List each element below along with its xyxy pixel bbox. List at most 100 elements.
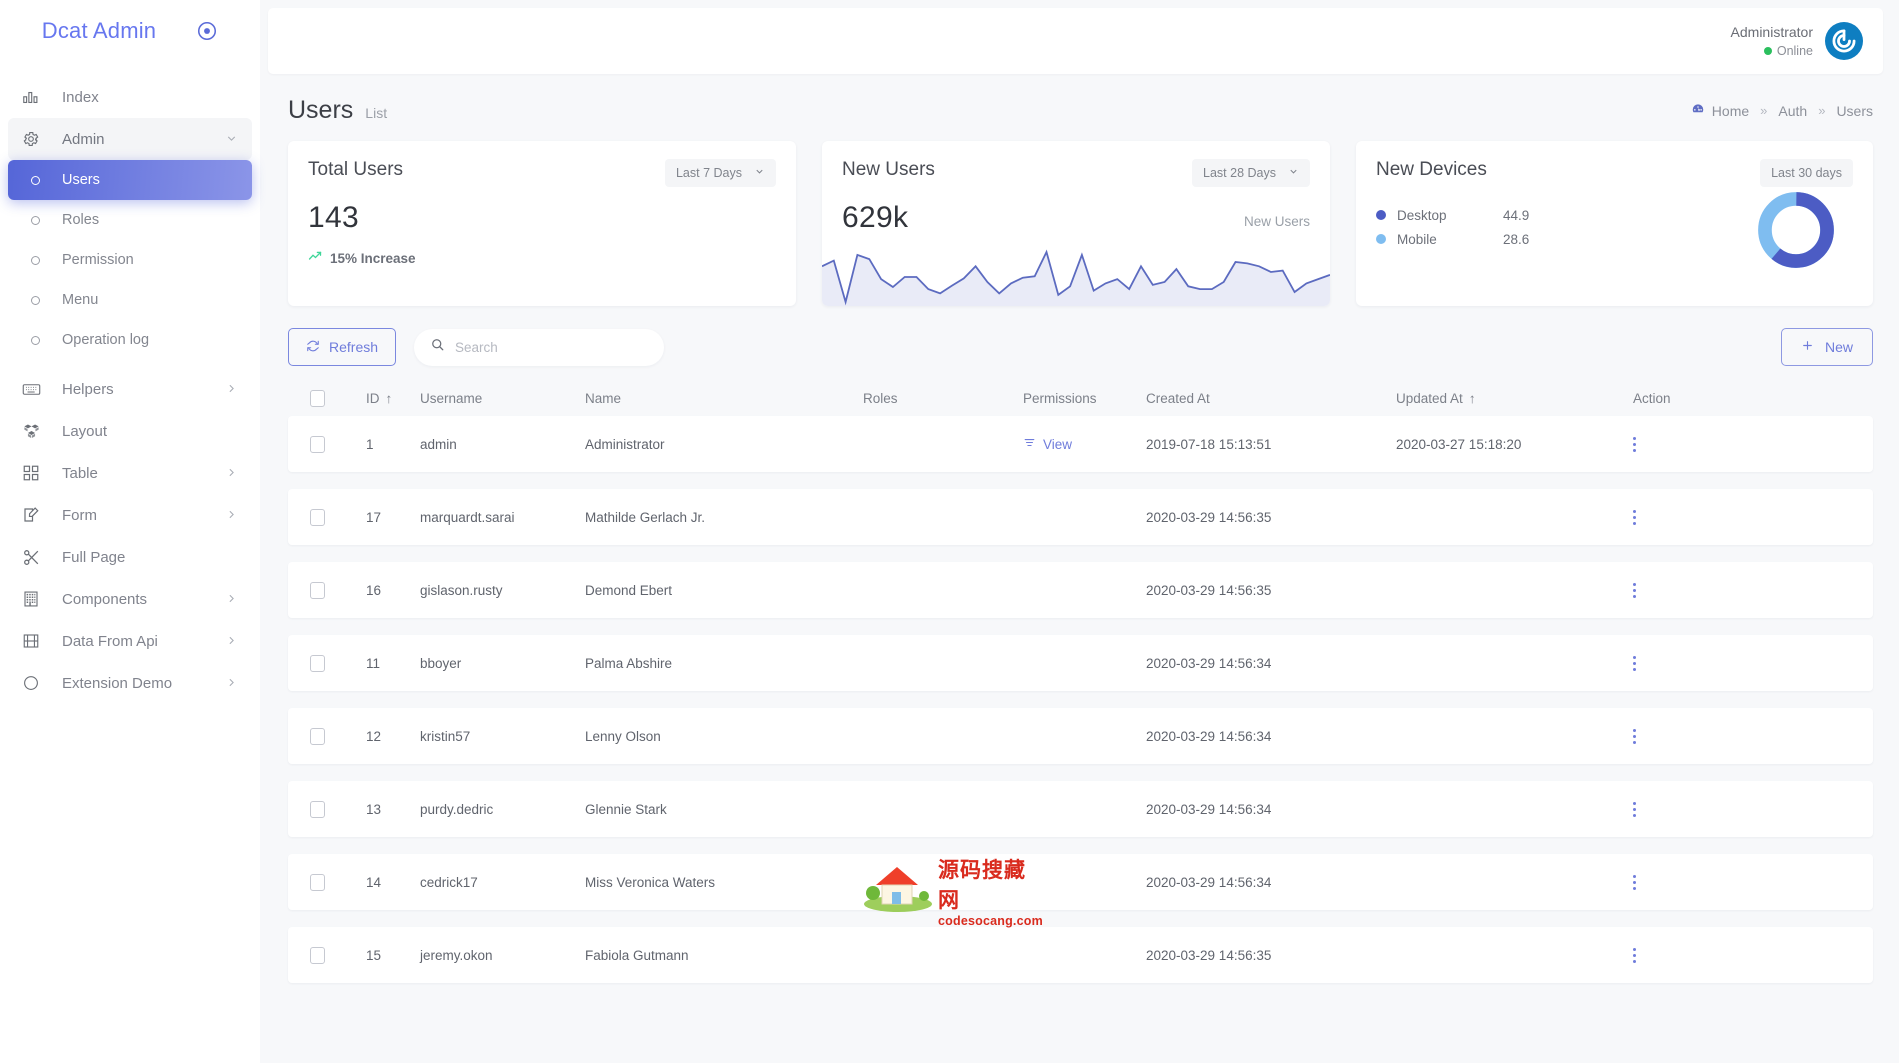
- table-row[interactable]: 16gislason.rustyDemond Ebert2020-03-29 1…: [288, 562, 1873, 618]
- table-row[interactable]: 1adminAdministratorView2019-07-18 15:13:…: [288, 416, 1873, 472]
- table-row[interactable]: 15jeremy.okonFabiola Gutmann2020-03-29 1…: [288, 927, 1873, 983]
- row-checkbox-cell[interactable]: [310, 582, 366, 599]
- cell-action[interactable]: [1633, 726, 1851, 747]
- keyboard-icon: [22, 380, 48, 398]
- row-checkbox[interactable]: [310, 728, 325, 745]
- breadcrumb-item-users[interactable]: Users: [1836, 103, 1873, 119]
- cell-action[interactable]: [1633, 799, 1851, 820]
- kebab-menu-icon[interactable]: [1633, 802, 1851, 817]
- refresh-button[interactable]: Refresh: [288, 328, 396, 366]
- cell-action[interactable]: [1633, 653, 1851, 674]
- range-select-new-users[interactable]: Last 28 Days: [1192, 159, 1310, 187]
- sidebar-item-table[interactable]: Table: [8, 452, 252, 494]
- cell-permissions[interactable]: View: [1023, 436, 1146, 452]
- avatar[interactable]: [1825, 22, 1863, 60]
- sidebar-item-label: Index: [62, 89, 238, 106]
- sidebar-item-operation-log[interactable]: Operation log: [8, 320, 252, 360]
- cell-updated-at: 2020-03-27 15:18:20: [1396, 437, 1633, 452]
- search-input[interactable]: [455, 340, 648, 355]
- search-box[interactable]: [414, 329, 664, 366]
- row-checkbox[interactable]: [310, 509, 325, 526]
- cell-name: Lenny Olson: [585, 729, 863, 744]
- range-select-total-users[interactable]: Last 7 Days: [665, 159, 776, 187]
- header-updated-at[interactable]: Updated At ↑: [1396, 391, 1633, 406]
- refresh-label: Refresh: [329, 339, 378, 355]
- row-checkbox-cell[interactable]: [310, 874, 366, 891]
- kebab-menu-icon[interactable]: [1633, 875, 1851, 890]
- new-label: New: [1825, 339, 1853, 355]
- cell-action[interactable]: [1633, 872, 1851, 893]
- kebab-menu-icon[interactable]: [1633, 656, 1851, 671]
- kebab-menu-icon[interactable]: [1633, 510, 1851, 525]
- sidebar-item-components[interactable]: Components: [8, 578, 252, 620]
- legend-label: Mobile: [1397, 232, 1503, 247]
- sidebar-item-layout[interactable]: Layout: [8, 410, 252, 452]
- cell-action[interactable]: [1633, 434, 1851, 455]
- header-username[interactable]: Username: [420, 391, 585, 406]
- header-permissions[interactable]: Permissions: [1023, 391, 1146, 406]
- row-checkbox[interactable]: [310, 436, 325, 453]
- sidebar-item-users[interactable]: Users: [8, 160, 252, 200]
- sidebar-item-label: Components: [62, 591, 225, 608]
- sidebar-item-full-page[interactable]: Full Page: [8, 536, 252, 578]
- cell-action[interactable]: [1633, 945, 1851, 966]
- header-roles[interactable]: Roles: [863, 391, 1023, 406]
- refresh-icon: [306, 339, 320, 356]
- chevron-right-icon: [225, 508, 238, 523]
- cell-id: 16: [366, 583, 420, 598]
- sidebar-item-index[interactable]: Index: [8, 76, 252, 118]
- delta-label: 15% Increase: [330, 251, 416, 266]
- header-created-at[interactable]: Created At: [1146, 391, 1396, 406]
- row-checkbox-cell[interactable]: [310, 728, 366, 745]
- view-permissions-link[interactable]: View: [1023, 436, 1146, 452]
- kebab-menu-icon[interactable]: [1633, 583, 1851, 598]
- sidebar-item-admin[interactable]: Admin: [8, 118, 252, 160]
- legend-value: 44.9: [1503, 208, 1529, 223]
- header-id[interactable]: ID ↑: [366, 391, 420, 406]
- circle-bullet-icon: [22, 176, 48, 185]
- row-checkbox[interactable]: [310, 582, 325, 599]
- row-checkbox-cell[interactable]: [310, 947, 366, 964]
- header-select-all[interactable]: [310, 390, 366, 407]
- header-name[interactable]: Name: [585, 391, 863, 406]
- kebab-menu-icon[interactable]: [1633, 437, 1851, 452]
- row-checkbox[interactable]: [310, 947, 325, 964]
- kebab-menu-icon[interactable]: [1633, 729, 1851, 744]
- chevron-down-icon: [754, 166, 765, 180]
- row-checkbox[interactable]: [310, 874, 325, 891]
- sidebar-item-roles[interactable]: Roles: [8, 200, 252, 240]
- header-label: ID: [366, 391, 380, 406]
- page-subtitle: List: [365, 105, 387, 121]
- cell-action[interactable]: [1633, 580, 1851, 601]
- kebab-menu-icon[interactable]: [1633, 948, 1851, 963]
- table-row[interactable]: 17marquardt.saraiMathilde Gerlach Jr.202…: [288, 489, 1873, 545]
- cell-action[interactable]: [1633, 507, 1851, 528]
- table-row[interactable]: 13purdy.dedricGlennie Stark2020-03-29 14…: [288, 781, 1873, 837]
- sidebar-item-form[interactable]: Form: [8, 494, 252, 536]
- row-checkbox[interactable]: [310, 801, 325, 818]
- brand-title: Dcat Admin: [42, 18, 157, 44]
- new-button[interactable]: New: [1781, 328, 1873, 366]
- user-menu[interactable]: Administrator Online: [1731, 22, 1863, 60]
- select-all-checkbox[interactable]: [310, 390, 325, 407]
- sidebar-item-label: Users: [62, 172, 238, 188]
- sidebar-item-permission[interactable]: Permission: [8, 240, 252, 280]
- sidebar-item-helpers[interactable]: Helpers: [8, 368, 252, 410]
- row-checkbox-cell[interactable]: [310, 436, 366, 453]
- brand[interactable]: Dcat Admin: [0, 0, 260, 62]
- cell-name: Palma Abshire: [585, 656, 863, 671]
- cell-id: 14: [366, 875, 420, 890]
- target-icon[interactable]: [196, 20, 218, 42]
- breadcrumb-item-home[interactable]: Home: [1691, 102, 1749, 119]
- row-checkbox-cell[interactable]: [310, 655, 366, 672]
- table-row[interactable]: 11bboyerPalma Abshire2020-03-29 14:56:34: [288, 635, 1873, 691]
- row-checkbox[interactable]: [310, 655, 325, 672]
- table-row[interactable]: 12kristin57Lenny Olson2020-03-29 14:56:3…: [288, 708, 1873, 764]
- breadcrumb-item-auth[interactable]: Auth: [1778, 103, 1807, 119]
- row-checkbox-cell[interactable]: [310, 801, 366, 818]
- sidebar-item-data-from-api[interactable]: Data From Api: [8, 620, 252, 662]
- table-row[interactable]: 14cedrick17Miss Veronica Waters2020-03-2…: [288, 854, 1873, 910]
- sidebar-item-extension-demo[interactable]: Extension Demo: [8, 662, 252, 704]
- sidebar-item-menu[interactable]: Menu: [8, 280, 252, 320]
- row-checkbox-cell[interactable]: [310, 509, 366, 526]
